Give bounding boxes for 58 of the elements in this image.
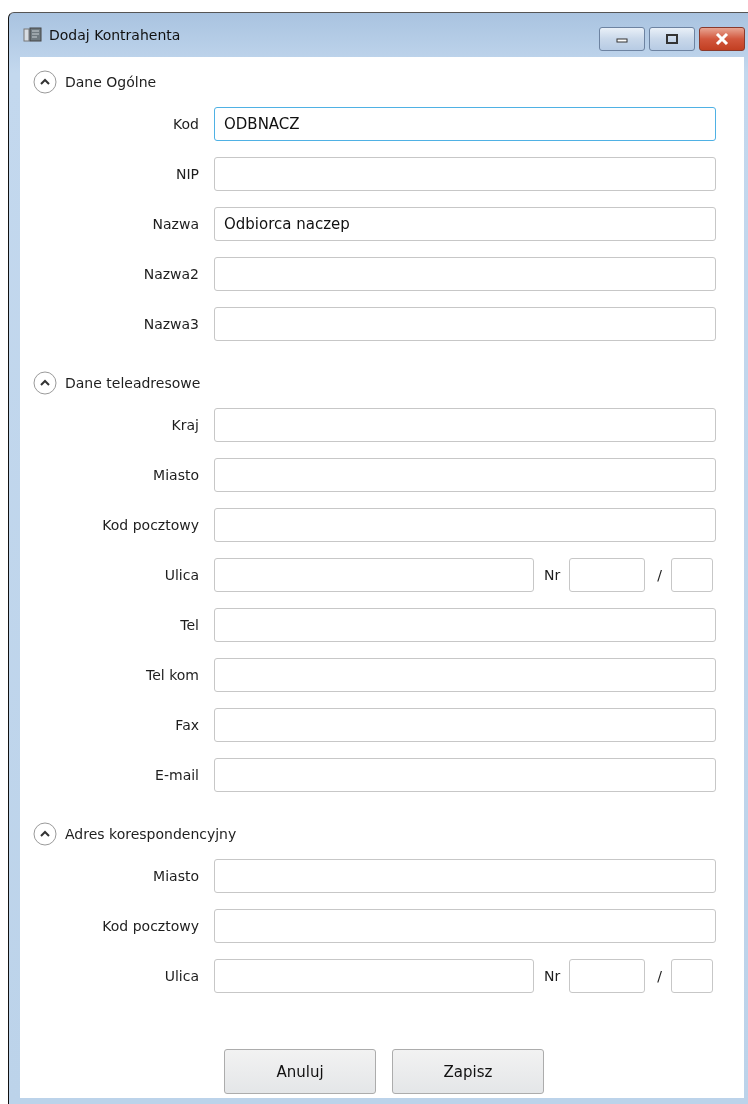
text-field[interactable] <box>214 708 716 742</box>
apartment-field[interactable] <box>670 959 713 993</box>
chevron-up-icon <box>33 70 57 94</box>
street-field[interactable] <box>214 959 534 993</box>
text-field[interactable] <box>214 408 716 442</box>
text-field[interactable] <box>214 307 716 341</box>
collapse-button[interactable] <box>33 70 57 94</box>
section-title: Adres korespondencyjny <box>65 826 237 842</box>
field-label: Tel kom <box>145 667 199 683</box>
text-field[interactable] <box>214 157 716 191</box>
field-label: Miasto <box>152 868 199 884</box>
field-label: Tel <box>179 617 199 633</box>
text-field[interactable] <box>214 608 716 642</box>
section-title: Dane teleadresowe <box>65 375 201 391</box>
window-title: Dodaj Kontrahenta <box>49 27 181 43</box>
field-label: Nazwa2 <box>142 266 199 282</box>
text-field[interactable] <box>214 909 716 943</box>
field-label: Nazwa3 <box>142 316 199 332</box>
collapse-button[interactable] <box>33 371 57 395</box>
action-button[interactable]: Anuluj <box>224 1049 376 1094</box>
field-label: Kod pocztowy <box>101 517 199 533</box>
close-button[interactable] <box>699 27 745 51</box>
app-icon <box>23 27 43 43</box>
text-field[interactable] <box>214 458 716 492</box>
separator-label: / <box>657 968 662 984</box>
close-icon <box>714 33 730 45</box>
field-label: Kod <box>172 116 199 132</box>
separator-label: / <box>657 567 662 583</box>
collapse-button[interactable] <box>33 822 57 846</box>
chevron-up-icon <box>33 822 57 846</box>
text-field[interactable] <box>214 859 716 893</box>
action-button[interactable]: Zapisz <box>392 1049 544 1094</box>
number-field[interactable] <box>569 558 646 592</box>
field-label: Kraj <box>170 417 199 433</box>
text-field[interactable]: Odbiorca naczep <box>214 207 716 241</box>
maximize-icon <box>665 33 679 45</box>
apartment-field[interactable] <box>670 558 713 592</box>
text-field[interactable]: ODBNACZ <box>214 107 716 141</box>
maximize-button[interactable] <box>649 27 695 51</box>
field-label: Ulica <box>163 567 199 583</box>
field-label: Nazwa <box>151 216 199 232</box>
section-title: Dane Ogólne <box>65 74 157 90</box>
text-field[interactable] <box>214 257 716 291</box>
field-label: NIP <box>174 166 199 182</box>
text-field[interactable] <box>214 508 716 542</box>
field-label: Kod pocztowy <box>101 918 199 934</box>
text-field[interactable] <box>214 758 716 792</box>
minimize-icon <box>615 35 629 43</box>
number-field[interactable] <box>569 959 646 993</box>
field-label: E-mail <box>154 767 199 783</box>
field-label: Ulica <box>163 968 199 984</box>
field-label: Nr <box>544 968 561 984</box>
text-field[interactable] <box>214 658 716 692</box>
field-label: Nr <box>544 567 561 583</box>
chevron-up-icon <box>33 371 57 395</box>
street-field[interactable] <box>214 558 534 592</box>
field-label: Fax <box>174 717 199 733</box>
field-label: Miasto <box>152 467 199 483</box>
